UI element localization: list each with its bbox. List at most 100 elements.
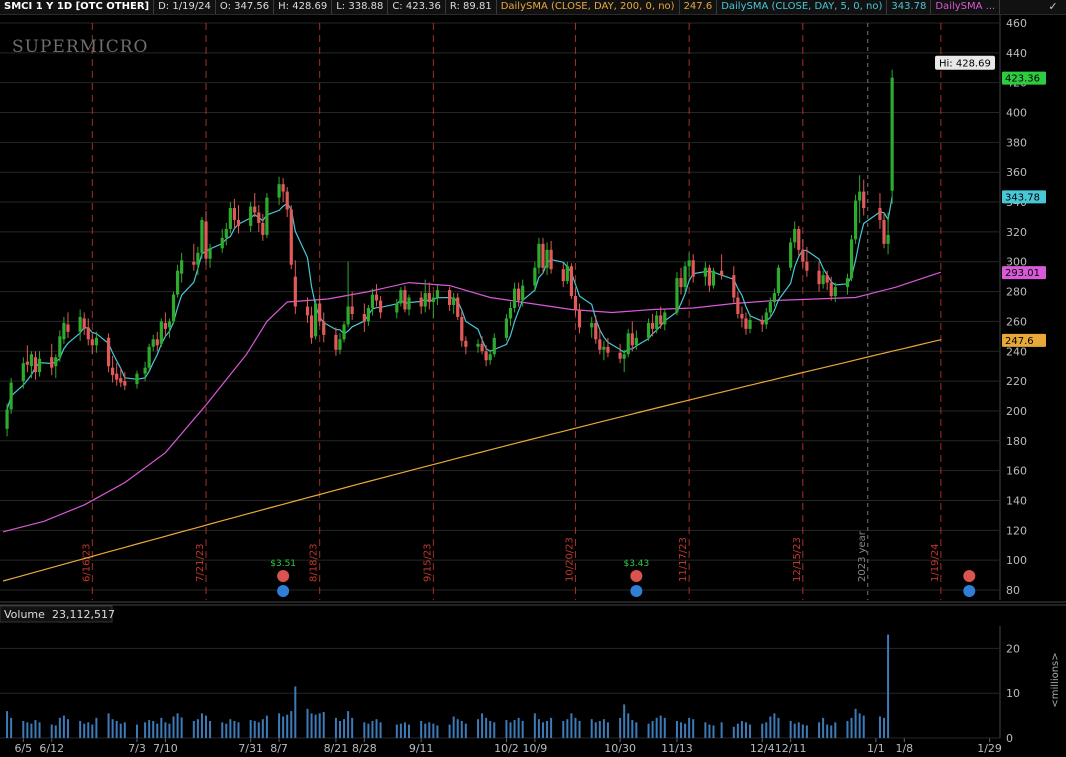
candle[interactable] <box>707 264 712 292</box>
volume-bar[interactable] <box>91 724 94 738</box>
candle[interactable] <box>265 193 269 238</box>
volume-bar[interactable] <box>322 712 325 738</box>
candle[interactable] <box>111 355 115 383</box>
candle[interactable] <box>86 318 90 346</box>
volume-bar[interactable] <box>566 719 569 738</box>
volume-bar[interactable] <box>744 722 747 738</box>
volume-bar[interactable] <box>720 722 723 738</box>
volume-bar[interactable] <box>286 714 289 738</box>
candle[interactable] <box>374 284 379 307</box>
volume-bar[interactable] <box>688 717 691 738</box>
volume-bar[interactable] <box>192 720 195 738</box>
candle[interactable] <box>549 240 553 274</box>
volume-bar[interactable] <box>684 723 687 738</box>
candle[interactable] <box>537 237 541 274</box>
candle[interactable] <box>801 239 805 268</box>
candle[interactable] <box>220 228 224 253</box>
volume-bar[interactable] <box>408 724 410 738</box>
volume-bar[interactable] <box>58 717 61 738</box>
candle[interactable] <box>821 270 825 289</box>
candle[interactable] <box>342 321 346 343</box>
candle[interactable] <box>460 309 464 347</box>
volume-bar[interactable] <box>574 717 577 738</box>
volume-bar[interactable] <box>631 720 634 738</box>
volume-bar[interactable] <box>375 719 378 738</box>
volume-bar[interactable] <box>541 722 544 738</box>
candle[interactable] <box>200 216 204 259</box>
candle[interactable] <box>508 302 513 326</box>
volume-bar[interactable] <box>801 724 804 738</box>
candle[interactable] <box>115 363 119 386</box>
candle[interactable] <box>789 237 793 271</box>
volume-bar[interactable] <box>34 720 37 738</box>
volume-bar[interactable] <box>712 725 715 738</box>
candle[interactable] <box>106 333 111 373</box>
candle[interactable] <box>423 279 427 313</box>
candle[interactable] <box>833 282 837 303</box>
volume-bar[interactable] <box>521 720 524 738</box>
earnings-event-icon[interactable] <box>630 570 643 582</box>
volume-bar[interactable] <box>570 713 573 738</box>
volume-bar[interactable] <box>818 722 821 738</box>
volume-bar[interactable] <box>590 719 593 738</box>
candle[interactable] <box>517 282 521 307</box>
volume-bar[interactable] <box>655 717 658 738</box>
candle[interactable] <box>236 205 241 234</box>
candle[interactable] <box>289 205 293 270</box>
volume-bar[interactable] <box>826 724 829 738</box>
volume-bar[interactable] <box>651 720 654 738</box>
candle[interactable] <box>253 193 257 217</box>
candle[interactable] <box>135 370 139 389</box>
volume-bar[interactable] <box>119 723 122 738</box>
volume-bar[interactable] <box>379 722 382 738</box>
volume-bar[interactable] <box>261 719 264 738</box>
volume-bar[interactable] <box>367 723 370 738</box>
volume-bar[interactable] <box>221 722 224 738</box>
candle[interactable] <box>366 305 370 326</box>
candle[interactable] <box>171 291 176 325</box>
volume-bar[interactable] <box>144 722 147 738</box>
volume-bar[interactable] <box>26 722 29 738</box>
candle[interactable] <box>37 351 42 377</box>
volume-bar[interactable] <box>30 723 33 738</box>
volume-bar[interactable] <box>62 715 65 738</box>
dividend-event-icon[interactable] <box>963 585 976 597</box>
candle[interactable] <box>882 213 886 249</box>
dividend-event-icon[interactable] <box>630 585 643 597</box>
candle[interactable] <box>679 267 683 295</box>
volume-bar[interactable] <box>351 717 354 738</box>
volume-bar[interactable] <box>290 711 293 738</box>
candle[interactable] <box>362 303 366 332</box>
volume-bar[interactable] <box>180 717 183 738</box>
volume-bar[interactable] <box>680 722 683 738</box>
volume-bar[interactable] <box>834 722 837 738</box>
candle[interactable] <box>456 293 460 320</box>
candle[interactable] <box>492 333 496 358</box>
candle[interactable] <box>54 354 58 379</box>
volume-bar[interactable] <box>464 723 467 738</box>
volume-bar[interactable] <box>736 723 739 738</box>
volume-bar[interactable] <box>740 720 743 738</box>
volume-bar[interactable] <box>428 722 431 738</box>
candle[interactable] <box>594 315 598 344</box>
volume-bar[interactable] <box>168 723 171 738</box>
candle[interactable] <box>573 288 578 316</box>
volume-bar[interactable] <box>822 717 825 738</box>
candle[interactable] <box>151 334 155 352</box>
candle[interactable] <box>744 312 748 335</box>
candle[interactable] <box>602 340 606 361</box>
volume-bar[interactable] <box>115 720 118 738</box>
candle[interactable] <box>862 179 866 216</box>
volume-bar[interactable] <box>135 724 138 738</box>
volume-bar[interactable] <box>789 720 792 738</box>
volume-bar[interactable] <box>477 719 480 738</box>
volume-bar[interactable] <box>854 708 857 738</box>
candle[interactable] <box>484 345 488 367</box>
volume-bar[interactable] <box>635 722 638 738</box>
candle[interactable] <box>58 330 62 362</box>
earnings-event-icon[interactable] <box>277 570 290 582</box>
volume-bar[interactable] <box>448 724 451 738</box>
candle[interactable] <box>655 310 659 334</box>
volume-bar[interactable] <box>156 723 159 738</box>
volume-bar[interactable] <box>761 723 764 738</box>
